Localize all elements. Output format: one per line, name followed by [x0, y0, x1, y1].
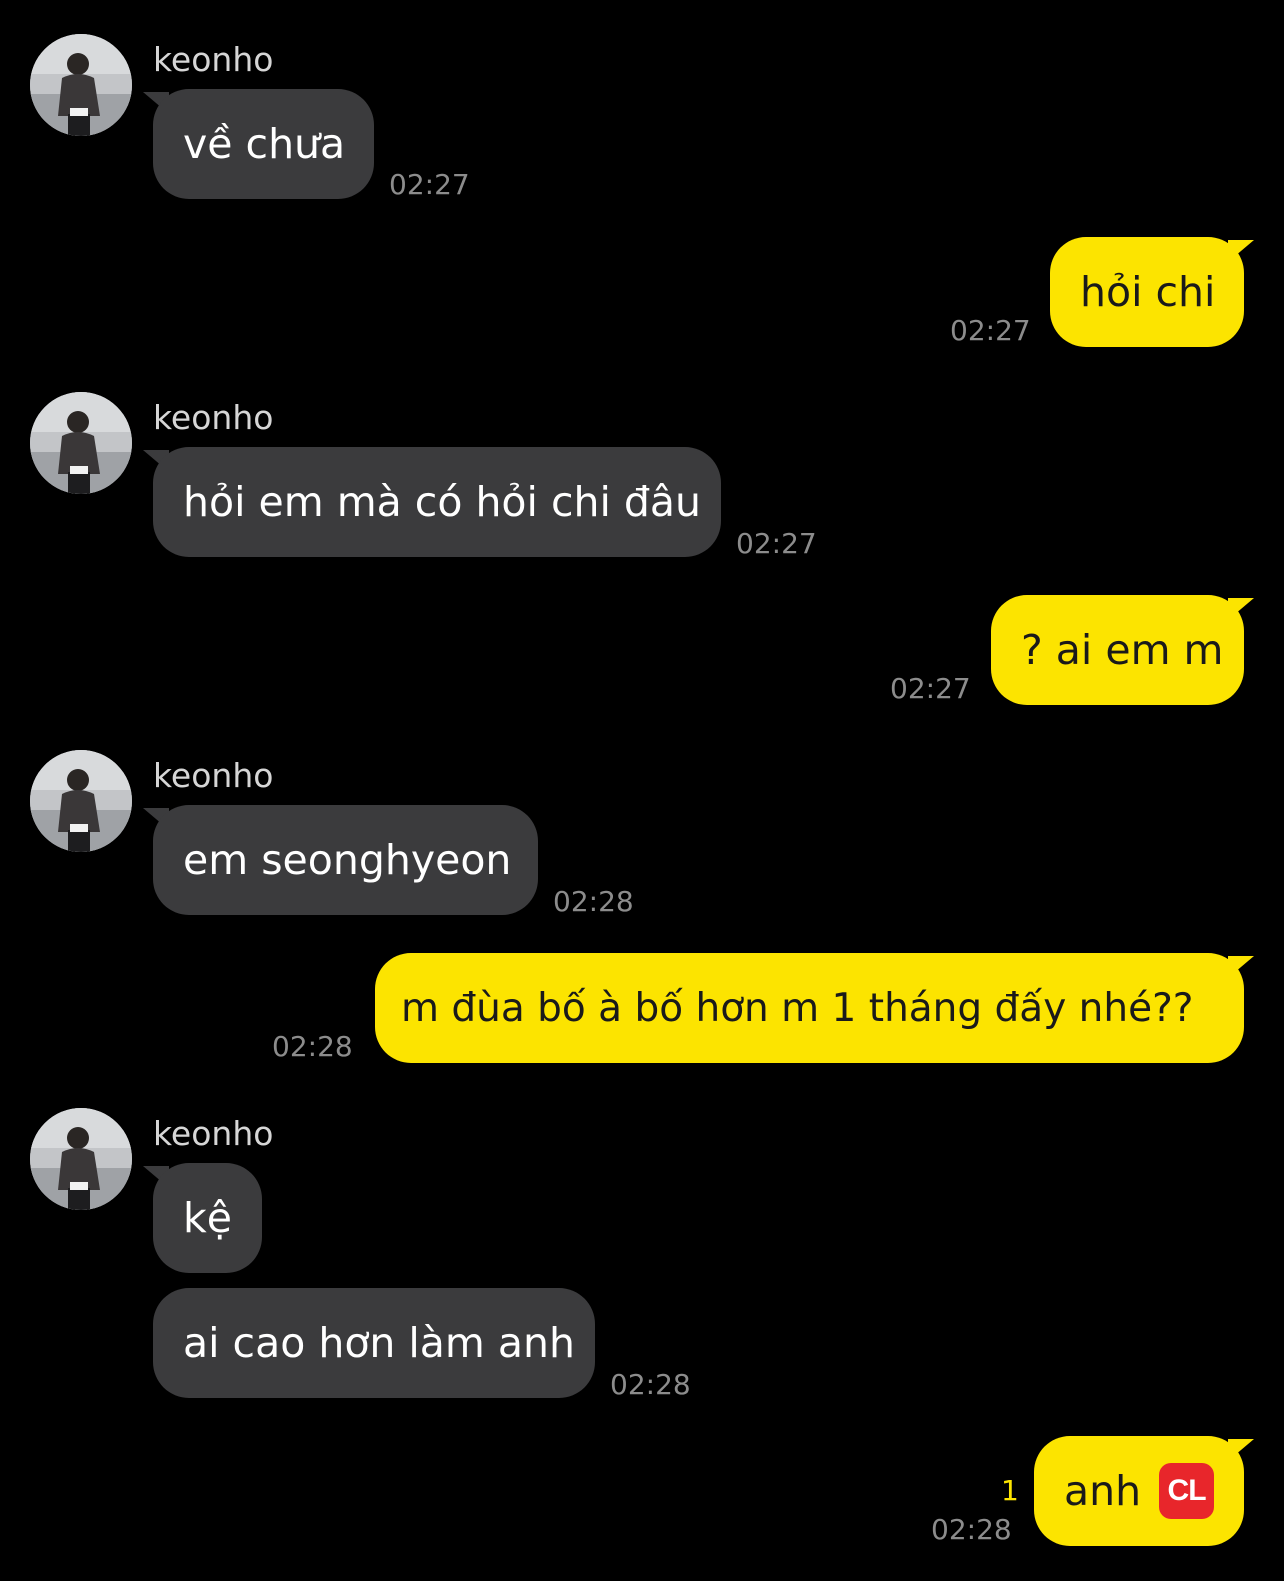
- incoming-message-bubble[interactable]: kệ: [153, 1163, 262, 1273]
- outgoing-message-bubble[interactable]: ? ai em m: [991, 595, 1244, 705]
- avatar-photo: [30, 1108, 132, 1210]
- outgoing-message-bubble[interactable]: m đùa bố à bố hơn m 1 tháng đấy nhé??: [375, 953, 1244, 1063]
- incoming-message-bubble[interactable]: hỏi em mà có hỏi chi đâu: [153, 447, 721, 557]
- message-text: m đùa bố à bố hơn m 1 tháng đấy nhé??: [401, 985, 1194, 1031]
- cl-emoji-icon: CL: [1159, 1463, 1214, 1519]
- message-timestamp: 02:28: [931, 1513, 1012, 1546]
- message-text: hỏi em mà có hỏi chi đâu: [183, 478, 702, 526]
- message-timestamp: 02:28: [610, 1368, 691, 1401]
- message-text: kệ: [183, 1194, 232, 1242]
- message-text: ? ai em m: [1021, 626, 1224, 674]
- message-text: em seonghyeon: [183, 836, 512, 884]
- contact-avatar[interactable]: [30, 392, 132, 494]
- message-text: hỏi chi: [1080, 268, 1216, 316]
- message-timestamp: 02:27: [389, 168, 470, 201]
- message-timestamp: 02:27: [890, 672, 971, 705]
- incoming-message-bubble[interactable]: em seonghyeon: [153, 805, 538, 915]
- avatar-photo: [30, 34, 132, 136]
- outgoing-message-bubble[interactable]: anh CL: [1034, 1436, 1244, 1546]
- message-timestamp: 02:27: [736, 527, 817, 560]
- unread-count: 1: [1001, 1474, 1019, 1507]
- incoming-message-bubble[interactable]: ai cao hơn làm anh: [153, 1288, 595, 1398]
- message-text: về chưa: [183, 120, 346, 168]
- avatar-photo: [30, 392, 132, 494]
- sender-name: keonho: [153, 1114, 274, 1153]
- message-timestamp: 02:28: [272, 1030, 353, 1063]
- message-text: anh: [1064, 1467, 1142, 1515]
- contact-avatar[interactable]: [30, 750, 132, 852]
- incoming-message-bubble[interactable]: về chưa: [153, 89, 374, 199]
- avatar-photo: [30, 750, 132, 852]
- sender-name: keonho: [153, 756, 274, 795]
- outgoing-message-bubble[interactable]: hỏi chi: [1050, 237, 1244, 347]
- message-timestamp: 02:28: [553, 885, 634, 918]
- sender-name: keonho: [153, 398, 274, 437]
- contact-avatar[interactable]: [30, 34, 132, 136]
- message-text: ai cao hơn làm anh: [183, 1319, 576, 1367]
- contact-avatar[interactable]: [30, 1108, 132, 1210]
- message-timestamp: 02:27: [950, 314, 1031, 347]
- sender-name: keonho: [153, 40, 274, 79]
